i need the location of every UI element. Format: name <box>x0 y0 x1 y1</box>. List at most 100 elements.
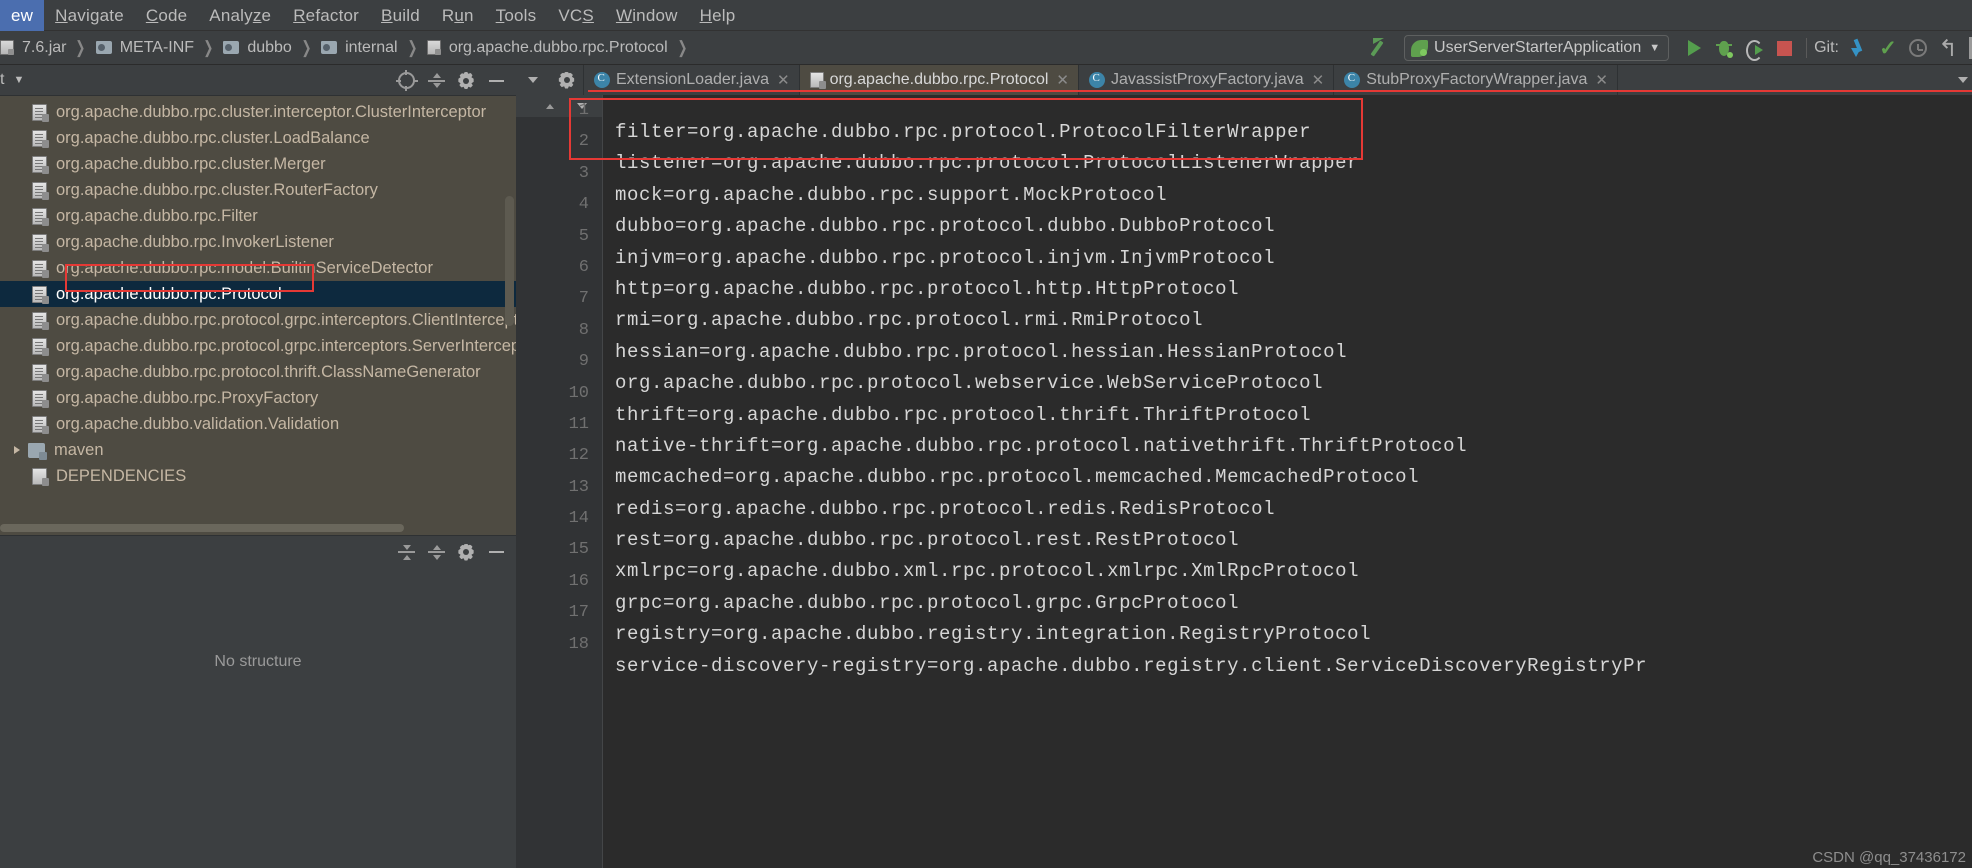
menu-item-navigate[interactable]: Navigate <box>44 0 135 31</box>
tree-vertical-scrollbar[interactable] <box>505 196 514 326</box>
settings-button[interactable] <box>452 67 480 95</box>
jar-icon <box>0 40 14 55</box>
close-icon[interactable]: ✕ <box>777 71 790 89</box>
code-line: rest=org.apache.dubbo.rpc.protocol.rest.… <box>615 529 1240 552</box>
chevron-down-icon <box>528 77 538 83</box>
editor-text-area[interactable]: filter=org.apache.dubbo.rpc.protocol.Pro… <box>602 95 1972 868</box>
editor-area: 1 2 3 4 5 6 7 8 9 10 11 12 13 14 15 16 1 <box>516 95 1972 868</box>
tree-item[interactable]: org.apache.dubbo.rpc.cluster.RouterFacto… <box>0 177 516 203</box>
close-icon[interactable]: ✕ <box>1595 71 1608 89</box>
tree-item[interactable]: org.apache.dubbo.rpc.ProxyFactory <box>0 385 516 411</box>
breadcrumb-item-dubbo[interactable]: dubbo ❯ <box>223 38 321 58</box>
code-line: injvm=org.apache.dubbo.rpc.protocol.injv… <box>615 246 1276 269</box>
main-toolbar: UserServerStarterApplication ▼ Git: ✓ ↰ <box>1368 31 1972 65</box>
editor-gutter[interactable]: 1 2 3 4 5 6 7 8 9 10 11 12 13 14 15 16 1 <box>516 95 602 868</box>
run-configuration-label: UserServerStarterApplication <box>1434 39 1642 56</box>
breadcrumb-label: META-INF <box>119 38 195 56</box>
menu-item-vcs[interactable]: VCS <box>547 0 605 31</box>
close-icon[interactable]: ✕ <box>1056 71 1069 89</box>
menu-item-code[interactable]: Code <box>135 0 198 31</box>
menu-item-run[interactable]: Run <box>431 0 485 31</box>
breadcrumb-item-internal[interactable]: internal ❯ <box>321 38 427 58</box>
close-icon[interactable]: ✕ <box>1312 71 1325 89</box>
chevron-down-icon[interactable]: ▼ <box>13 74 24 86</box>
tree-item[interactable]: org.apache.dubbo.rpc.cluster.Merger <box>0 151 516 177</box>
breadcrumb-item-file[interactable]: org.apache.dubbo.rpc.Protocol ❯ <box>426 38 697 58</box>
menu-item-refactor[interactable]: Refactor <box>282 0 370 31</box>
chevron-right-icon[interactable] <box>14 446 20 454</box>
show-history-button[interactable] <box>1903 33 1933 63</box>
tab-overflow-button[interactable] <box>1958 65 1968 95</box>
commit-button[interactable]: ✓ <box>1873 33 1903 63</box>
tree-item[interactable]: org.apache.dubbo.rpc.model.BuiltinServic… <box>0 255 516 281</box>
undo-icon: ↰ <box>1938 34 1958 61</box>
tab-javassistproxyfactory[interactable]: JavassistProxyFactory.java ✕ <box>1078 65 1335 95</box>
rollback-button[interactable]: ↰ <box>1933 33 1963 63</box>
expand-all-button[interactable] <box>392 538 420 566</box>
tree-item[interactable]: org.apache.dubbo.rpc.protocol.grpc.inter… <box>0 333 516 359</box>
line-number-column: 1 2 3 4 5 6 7 8 9 10 11 12 13 14 15 16 1 <box>516 95 602 660</box>
line-number: 6 <box>578 257 589 277</box>
jump-to-source-icon[interactable] <box>1368 35 1394 61</box>
breadcrumb-item-jar[interactable]: 7.6.jar ❯ <box>0 38 96 58</box>
scroll-to-source-button[interactable] <box>392 67 420 95</box>
watermark-label: CSDN @qq_37436172 <box>1812 849 1966 866</box>
tab-pin-button[interactable] <box>550 65 584 95</box>
menu-item-tools[interactable]: Tools <box>485 0 548 31</box>
menu-item-window[interactable]: Window <box>605 0 689 31</box>
menu-item-help[interactable]: Help <box>689 0 747 31</box>
line-number: 18 <box>568 634 589 654</box>
tree-item[interactable]: org.apache.dubbo.validation.Validation <box>0 411 516 437</box>
tree-item-label: org.apache.dubbo.rpc.ProxyFactory <box>56 388 319 407</box>
tab-label: JavassistProxyFactory.java <box>1110 71 1304 88</box>
project-tree[interactable]: org.apache.dubbo.rpc.cluster.interceptor… <box>0 96 516 535</box>
tree-item-dependencies[interactable]: DEPENDENCIES <box>0 463 516 489</box>
tree-item[interactable]: org.apache.dubbo.rpc.Filter <box>0 203 516 229</box>
git-label: Git: <box>1814 39 1839 56</box>
project-panel-header: t ▼ <box>0 65 516 96</box>
hide-structure-button[interactable] <box>482 538 510 566</box>
code-line: registry=org.apache.dubbo.registry.integ… <box>615 623 1372 646</box>
file-icon <box>32 155 49 174</box>
tree-item-label: org.apache.dubbo.rpc.cluster.RouterFacto… <box>56 180 378 199</box>
update-project-button[interactable] <box>1843 33 1873 63</box>
line-number: 1 <box>578 101 589 120</box>
tree-item-label: org.apache.dubbo.rpc.Filter <box>56 206 258 225</box>
tree-item[interactable]: org.apache.dubbo.rpc.protocol.thrift.Cla… <box>0 359 516 385</box>
tree-item[interactable]: org.apache.dubbo.rpc.cluster.LoadBalance <box>0 125 516 151</box>
line-number: 16 <box>568 571 589 591</box>
debug-button[interactable] <box>1709 33 1739 63</box>
menu-item-analyze[interactable]: Analyze <box>198 0 282 31</box>
tree-item-label: org.apache.dubbo.rpc.protocol.grpc.inter… <box>56 336 516 355</box>
navigation-bar: 7.6.jar ❯ META-INF ❯ dubbo ❯ internal ❯ … <box>0 31 1972 65</box>
project-panel-title: t <box>0 71 5 88</box>
tree-horizontal-scrollbar[interactable] <box>0 524 404 532</box>
tab-extensionloader[interactable]: ExtensionLoader.java ✕ <box>584 65 800 95</box>
menu-item-build[interactable]: Build <box>370 0 431 31</box>
menu-item-view[interactable]: ew <box>0 0 45 31</box>
tree-item[interactable]: org.apache.dubbo.rpc.cluster.interceptor… <box>0 99 516 125</box>
run-with-coverage-button[interactable] <box>1739 33 1769 63</box>
chevron-right-icon: ❯ <box>203 37 214 57</box>
java-class-icon <box>1344 72 1361 88</box>
code-line: filter=org.apache.dubbo.rpc.protocol.Pro… <box>615 121 1312 143</box>
collapse-all-icon <box>427 73 445 88</box>
code-line: xmlrpc=org.apache.dubbo.xml.rpc.protocol… <box>615 560 1360 583</box>
hide-panel-button[interactable] <box>482 67 510 95</box>
run-button[interactable] <box>1679 33 1709 63</box>
stop-button[interactable] <box>1769 33 1799 63</box>
tree-item[interactable]: org.apache.dubbo.rpc.protocol.grpc.inter… <box>0 307 516 333</box>
tree-item-label: maven <box>54 440 104 459</box>
breadcrumb-item-meta-inf[interactable]: META-INF ❯ <box>95 37 224 58</box>
tab-protocol[interactable]: org.apache.dubbo.rpc.Protocol ✕ <box>799 65 1079 95</box>
tab-list-button[interactable] <box>516 65 550 95</box>
collapse-all-button[interactable] <box>422 538 450 566</box>
file-icon <box>32 467 49 486</box>
tree-item-selected-protocol[interactable]: org.apache.dubbo.rpc.Protocol <box>0 281 516 307</box>
collapse-all-button[interactable] <box>422 67 450 95</box>
tab-stubproxyfactorywrapper[interactable]: StubProxyFactoryWrapper.java ✕ <box>1334 65 1618 95</box>
tree-item[interactable]: org.apache.dubbo.rpc.InvokerListener <box>0 229 516 255</box>
tree-item-maven[interactable]: maven <box>0 437 516 463</box>
structure-settings-button[interactable] <box>452 538 480 566</box>
run-configuration-selector[interactable]: UserServerStarterApplication ▼ <box>1404 35 1670 61</box>
